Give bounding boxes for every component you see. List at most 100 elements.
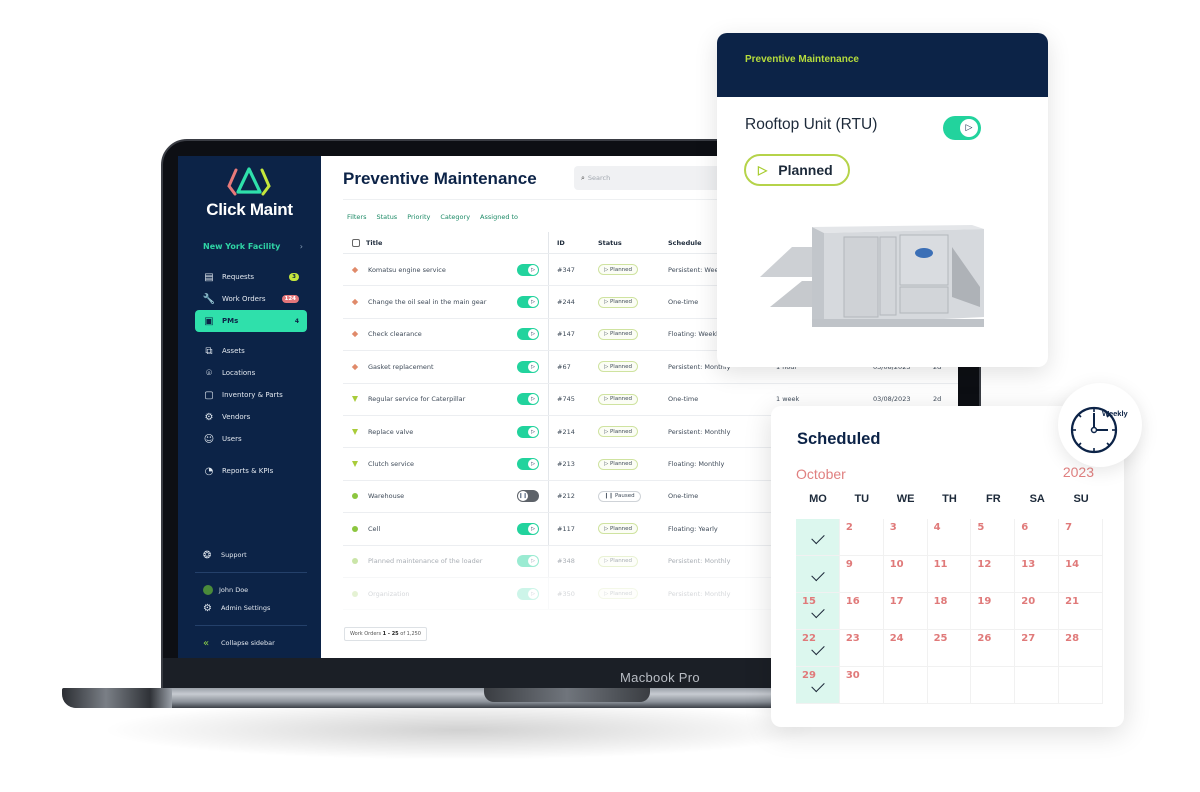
pm-title[interactable]: Change the oil seal in the main gear (368, 298, 486, 306)
calendar-day[interactable]: 2 (839, 519, 884, 556)
page-title: Preventive Maintenance (343, 169, 537, 188)
calendar-day[interactable]: 17 (883, 593, 928, 630)
select-all-checkbox[interactable] (352, 238, 360, 247)
calendar-day[interactable]: 28 (1059, 630, 1103, 667)
status-cell: ▷ Planned (598, 513, 668, 544)
day-number: 17 (889, 596, 904, 607)
pm-title[interactable]: Clutch service (368, 460, 414, 468)
status-text: Planned (609, 363, 633, 370)
filter-status[interactable]: Status (376, 213, 397, 221)
calendar-day[interactable]: 5 (971, 519, 1016, 556)
sidebar-item-label: Inventory & Parts (222, 391, 283, 399)
calendar-day[interactable]: 19 (971, 593, 1016, 630)
filter-filters[interactable]: Filters (347, 213, 366, 221)
pm-title[interactable]: Cell (368, 525, 380, 533)
calendar-day[interactable] (927, 667, 972, 704)
calendar-day[interactable] (796, 556, 840, 593)
calendar-day[interactable]: 24 (883, 630, 928, 667)
sidebar-item-support[interactable]: ❂ Support (195, 546, 307, 564)
calendar-day[interactable]: 13 (1015, 556, 1060, 593)
sidebar-item-users[interactable]: ☺ Users (195, 428, 307, 450)
calendar-day[interactable]: 30 (839, 667, 884, 704)
calendar-day[interactable]: 15 (796, 593, 840, 630)
pm-enable-toggle[interactable]: ▷ (517, 425, 539, 438)
rooftop-unit-image (760, 225, 984, 327)
sidebar-item-vendors[interactable]: ⚙ Vendors (195, 406, 307, 428)
search-input[interactable]: ⌕ Search (574, 166, 734, 190)
pm-title[interactable]: Check clearance (368, 330, 422, 338)
calendar-day[interactable]: 3 (883, 519, 928, 556)
title-cell: Regular service for Caterpillar ▷ (343, 384, 548, 415)
calendar-day[interactable]: 21 (1059, 593, 1103, 630)
pm-enable-toggle[interactable]: ▷ (517, 522, 539, 535)
pm-title[interactable]: Organization (368, 590, 410, 598)
sidebar-item-locations[interactable]: ⌾ Locations (195, 362, 307, 384)
pm-title[interactable]: Warehouse (368, 492, 404, 500)
laptop-shadow (100, 700, 820, 760)
day-number: 29 (802, 670, 816, 681)
pm-enable-toggle[interactable]: ▷ (943, 116, 981, 140)
play-icon: ▷ (528, 523, 538, 534)
calendar-day[interactable]: 20 (1015, 593, 1060, 630)
calendar-day[interactable]: 14 (1059, 556, 1103, 593)
play-icon: ▷ (758, 163, 768, 177)
pm-enable-toggle[interactable]: ▷ (517, 587, 539, 600)
sidebar-item-pms[interactable]: ▣ PMs 4 (195, 310, 307, 332)
calendar-day[interactable]: 12 (971, 556, 1016, 593)
sidebar-item-reports-kpis[interactable]: ◔ Reports & KPIs (195, 460, 307, 482)
priority-low-icon (352, 590, 358, 597)
filter-bar: Filters Status Priority Category Assigned to (347, 213, 518, 221)
calendar-day[interactable]: 11 (927, 556, 972, 593)
calendar-day[interactable]: 27 (1015, 630, 1060, 667)
pm-enable-toggle[interactable]: ▷ (517, 328, 539, 341)
calendar-day[interactable]: 6 (1015, 519, 1060, 556)
filter-category[interactable]: Category (440, 213, 470, 221)
pm-title[interactable]: Komatsu engine service (368, 266, 446, 274)
sidebar-item-assets[interactable]: ⧉ Assets (195, 340, 307, 362)
facility-selector[interactable]: New York Facility › (203, 242, 303, 251)
schedule-cell: Persistent: Monthly (668, 589, 731, 598)
sidebar-item-inventory-parts[interactable]: ▢ Inventory & Parts (195, 384, 307, 406)
calendar-day[interactable]: 7 (1059, 519, 1103, 556)
calendar-day[interactable]: 22 (796, 630, 840, 667)
calendar-day[interactable]: 26 (971, 630, 1016, 667)
sidebar-footer: ❂ Support John Doe ⚙ Admin Settings « Co… (195, 546, 307, 652)
pm-title[interactable]: Planned maintenance of the loader (368, 557, 482, 565)
sidebar-item-admin-settings[interactable]: ⚙ Admin Settings (195, 599, 307, 617)
pm-enable-toggle[interactable]: ❙❙ (517, 490, 539, 503)
sidebar-item-requests[interactable]: ▤ Requests 3 (195, 266, 307, 288)
pm-enable-toggle[interactable]: ▷ (517, 263, 539, 276)
pm-enable-toggle[interactable]: ▷ (517, 296, 539, 309)
calendar-day[interactable] (796, 519, 840, 556)
calendar-day[interactable]: 9 (839, 556, 884, 593)
calendar-day[interactable] (1015, 667, 1060, 704)
user-profile[interactable]: John Doe (195, 581, 307, 599)
pm-title[interactable]: Regular service for Caterpillar (368, 395, 465, 403)
calendar-day[interactable]: 29 (796, 667, 840, 704)
filter-assigned-to[interactable]: Assigned to (480, 213, 518, 221)
calendar-day[interactable] (971, 667, 1016, 704)
pm-enable-toggle[interactable]: ▷ (517, 555, 539, 568)
column-header-id[interactable]: ID (548, 232, 598, 253)
pm-enable-toggle[interactable]: ▷ (517, 458, 539, 471)
calendar-day[interactable]: 18 (927, 593, 972, 630)
title-wrap: Organization (352, 590, 410, 598)
calendar-day[interactable]: 10 (883, 556, 928, 593)
calendar-day[interactable] (1059, 667, 1103, 704)
column-header-title[interactable]: Title (366, 239, 382, 247)
pm-enable-toggle[interactable]: ▷ (517, 360, 539, 373)
calendar-day[interactable]: 23 (839, 630, 884, 667)
filter-priority[interactable]: Priority (407, 213, 430, 221)
pm-enable-toggle[interactable]: ▷ (517, 393, 539, 406)
calendar-day[interactable]: 25 (927, 630, 972, 667)
pm-title[interactable]: Replace valve (368, 428, 413, 436)
pm-title[interactable]: Gasket replacement (368, 363, 434, 371)
pause-icon: ❙❙ (518, 491, 528, 502)
wrench-icon: 🔧 (202, 293, 216, 305)
calendar-day[interactable] (883, 667, 928, 704)
column-header-status[interactable]: Status (598, 232, 668, 253)
sidebar-item-work-orders[interactable]: 🔧 Work Orders 124 (195, 288, 307, 310)
collapse-sidebar-button[interactable]: « Collapse sidebar (195, 634, 307, 652)
calendar-day[interactable]: 16 (839, 593, 884, 630)
calendar-day[interactable]: 4 (927, 519, 972, 556)
